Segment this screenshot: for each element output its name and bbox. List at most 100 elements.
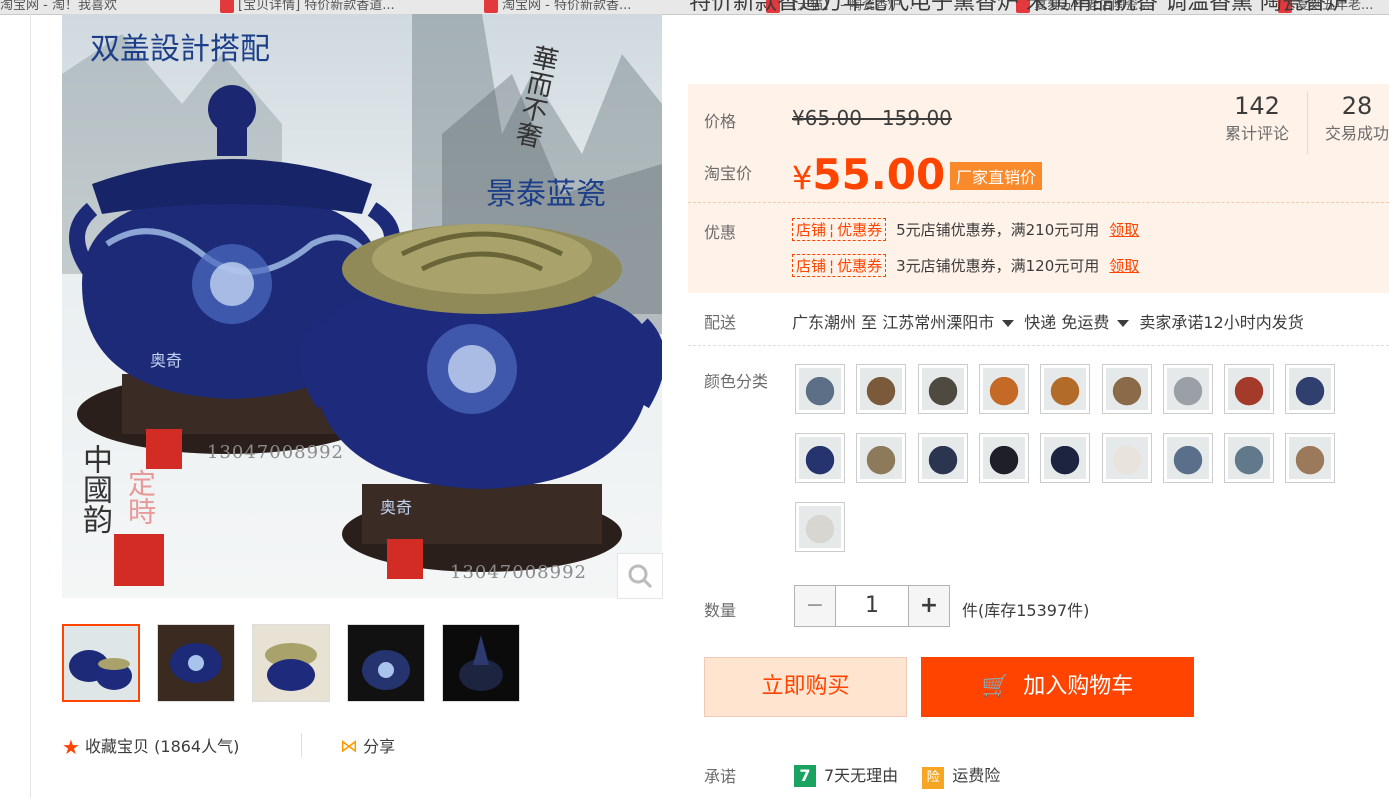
favorite-count: (1864人气) (154, 737, 240, 756)
color-swatch[interactable] (978, 433, 1029, 483)
review-count[interactable]: 142 累计评论 (1216, 92, 1298, 144)
taobao-price-label: 淘宝价 (704, 164, 753, 183)
quantity-label: 数量 (704, 601, 737, 620)
shipping-row: 广东潮州 至 江苏常州溧阳市 快递 免运费 卖家承诺12小时内发货 (792, 309, 1304, 333)
color-swatch[interactable] (978, 364, 1029, 414)
divider (1307, 92, 1308, 154)
color-swatch[interactable] (1101, 433, 1152, 483)
promise-label: 承诺 (704, 767, 737, 786)
image-caption: 中國韵 (77, 444, 112, 534)
site-favicon-icon (220, 0, 234, 13)
swatch-image (921, 437, 964, 479)
thumbnail-image (253, 625, 329, 701)
thumbnail-image (348, 625, 424, 701)
color-swatch[interactable] (795, 433, 845, 483)
claim-coupon-link[interactable]: 领取 (1109, 221, 1139, 239)
sales-count[interactable]: 28 交易成功 (1316, 92, 1389, 144)
coupon-text: 3元店铺优惠券，满120元可用 (896, 257, 1100, 275)
shipping-insurance-text[interactable]: 运费险 (952, 766, 1000, 785)
zoom-button[interactable] (617, 553, 663, 599)
color-swatch[interactable] (1162, 433, 1213, 483)
color-swatch[interactable] (917, 433, 968, 483)
ship-to: 江苏常州溧阳市 (882, 313, 995, 332)
swatch-image (921, 368, 964, 410)
tab-label: [宝贝详情] 特价新款香道... (238, 0, 395, 13)
quantity-increment-button[interactable]: + (908, 585, 950, 627)
thumbnail[interactable] (252, 624, 330, 702)
image-caption: 景泰蓝瓷 (486, 177, 606, 212)
stock-info: 件(库存15397件) (962, 601, 1090, 620)
color-swatch[interactable] (1285, 433, 1336, 483)
color-swatch[interactable] (1224, 364, 1275, 414)
thumbnail[interactable] (62, 624, 140, 702)
swatch-image (1166, 437, 1209, 479)
color-swatch[interactable] (1040, 433, 1091, 483)
chevron-down-icon (1117, 320, 1130, 327)
shipping-promise: 卖家承诺12小时内发货 (1139, 313, 1304, 332)
product-title: 特价新款香道万年纪代电子熏香炉 米黄精品抗香 调温香熏 陶瓷香炉 (689, 0, 1348, 15)
shipping-method-select[interactable]: 快递 免运费 (1024, 313, 1139, 332)
image-watermark: 13047008992 (207, 442, 344, 463)
share-button[interactable]: ⋈ 分享 (340, 733, 395, 757)
browser-tab[interactable]: [宝贝详情] 特价新款香道... (220, 0, 470, 14)
coupon-tag-right: 优惠券 (837, 221, 883, 239)
color-swatch[interactable] (1162, 364, 1213, 414)
image-watermark: 13047008992 (450, 562, 587, 583)
swatch-image (799, 437, 841, 479)
promo-badge: 厂家直销价 (950, 162, 1043, 190)
add-to-cart-label: 加入购物车 (1023, 674, 1134, 699)
browser-tab[interactable]: 淘宝网 - 淘！我喜欢 (0, 0, 200, 14)
thumbnail[interactable] (442, 624, 520, 702)
thumbnail-image (64, 626, 138, 700)
color-swatch[interactable] (917, 364, 968, 414)
swatch-image (1289, 437, 1332, 479)
color-swatch[interactable] (1285, 364, 1336, 414)
coupon-text: 5元店铺优惠券，满210元可用 (896, 221, 1100, 239)
ship-to-word: 至 (861, 313, 878, 332)
coupon-tag: 店铺 ¦ 优惠券 (792, 254, 887, 277)
shipping-label: 配送 (704, 313, 737, 332)
color-swatch[interactable] (795, 364, 845, 414)
swatch-image (1166, 368, 1209, 410)
divider (688, 202, 1389, 203)
thumbnail-image (443, 625, 519, 701)
site-favicon-icon (484, 0, 498, 13)
coupon-row: 店铺 ¦ 优惠券 5元店铺优惠券，满210元可用 领取 (792, 218, 1139, 241)
thumbnail[interactable] (347, 624, 425, 702)
divider (688, 345, 1389, 346)
quantity-input[interactable]: 1 (835, 585, 909, 627)
color-label: 颜色分类 (704, 372, 769, 391)
coupon-label: 优惠 (704, 223, 737, 242)
currency-symbol: ¥ (792, 159, 813, 197)
image-watermark: 奥奇 (380, 498, 413, 517)
quantity-decrement-button[interactable]: − (794, 585, 836, 627)
color-swatch[interactable] (856, 433, 907, 483)
image-watermark: 奥奇 (150, 351, 183, 370)
buy-now-button[interactable]: 立即购买 (704, 657, 907, 717)
promise-row: 7 7天无理由 险运费险 (794, 762, 1000, 789)
shipping-method: 快递 免运费 (1024, 313, 1110, 332)
stat-value: 142 (1234, 92, 1280, 120)
color-swatch[interactable] (1101, 364, 1152, 414)
coupon-row: 店铺 ¦ 优惠券 3元店铺优惠券，满120元可用 领取 (792, 254, 1139, 277)
claim-coupon-link[interactable]: 领取 (1109, 257, 1139, 275)
swatch-image (1105, 368, 1148, 410)
share-icon: ⋈ (340, 736, 358, 757)
stat-label: 累计评论 (1224, 124, 1289, 143)
thumbnail[interactable] (157, 624, 235, 702)
seven-day-return-icon: 7 (794, 765, 816, 787)
swatch-image (1044, 437, 1087, 479)
ship-to-select[interactable]: 江苏常州溧阳市 (882, 313, 1024, 332)
cart-icon: 🛒 (981, 674, 1010, 699)
color-swatch[interactable] (856, 364, 907, 414)
color-swatch[interactable] (795, 502, 845, 552)
main-product-image[interactable]: 双盖設計搭配 華而不奢 景泰蓝瓷 奥奇 奥奇 13047008992 13047… (62, 14, 662, 598)
price-label: 价格 (704, 112, 737, 131)
favorite-button[interactable]: ★ 收藏宝贝 (1864人气) (62, 733, 239, 759)
ship-from: 广东潮州 (792, 313, 857, 332)
color-swatch[interactable] (1040, 364, 1091, 414)
left-divider (30, 14, 31, 798)
seven-day-return-text[interactable]: 7天无理由 (824, 766, 898, 785)
add-to-cart-button[interactable]: 🛒 加入购物车 (921, 657, 1194, 717)
color-swatch[interactable] (1224, 433, 1275, 483)
